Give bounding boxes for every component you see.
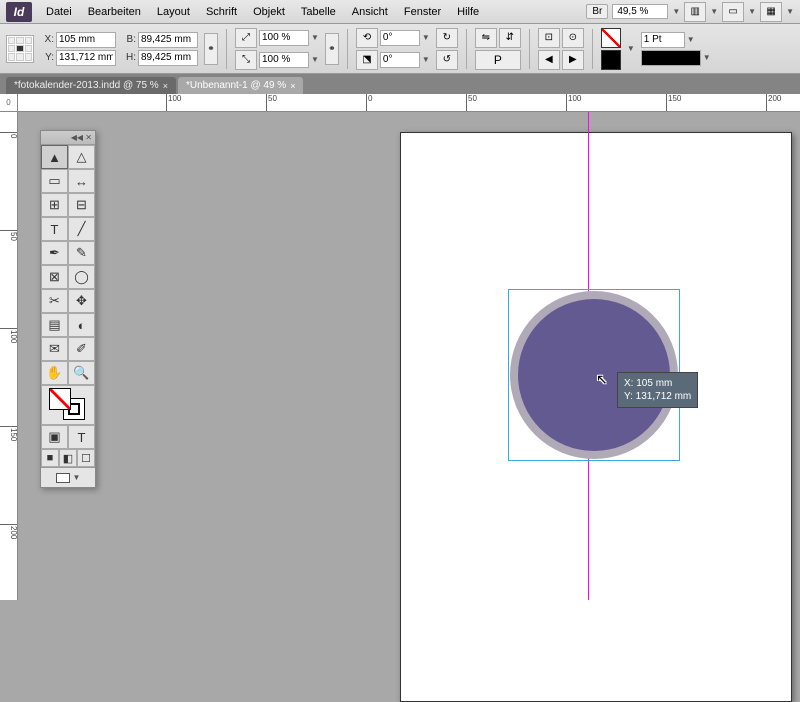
select-next-icon[interactable]: ▶ (562, 50, 584, 70)
arrange-icon[interactable]: ▦ (760, 2, 782, 22)
tools-panel: ◀◀ ✕ ▲ △ ▭ ↔ ⊞ ⊟ T ╱ ✒ ✎ ⊠ ◯ ✂ ✥ ▤ ◐ ✉ ✐… (40, 130, 96, 488)
note-tool[interactable]: ✉ (41, 337, 68, 361)
view-options-icon[interactable]: ▥ (684, 2, 706, 22)
stroke-style-select[interactable] (641, 50, 701, 66)
eyedropper-tool[interactable]: ✐ (68, 337, 95, 361)
shear-icon: ⬔ (356, 50, 378, 70)
width-input[interactable] (138, 32, 198, 48)
bridge-button[interactable]: Br (586, 4, 608, 19)
constrain-proportions-icon[interactable]: ⚭ (204, 33, 218, 65)
fill-color-icon[interactable] (49, 388, 71, 410)
rotate-icon: ⟲ (356, 28, 378, 48)
pen-tool[interactable]: ✒ (41, 241, 68, 265)
gap-tool[interactable]: ↔ (68, 169, 95, 193)
menu-objekt[interactable]: Objekt (245, 6, 293, 18)
menu-schrift[interactable]: Schrift (198, 6, 245, 18)
direct-selection-tool[interactable]: △ (68, 145, 95, 169)
content-placer-tool[interactable]: ⊟ (68, 193, 95, 217)
stroke-swatch[interactable] (601, 50, 621, 70)
ruler-vertical[interactable]: 050100150200 (0, 112, 18, 600)
selection-tool[interactable]: ▲ (41, 145, 68, 169)
y-label: Y: (40, 52, 54, 63)
menu-datei[interactable]: Datei (38, 6, 80, 18)
select-content-icon[interactable]: ⊙ (562, 28, 584, 48)
fill-stroke-selector[interactable] (41, 385, 95, 425)
apply-none[interactable]: ☐ (77, 449, 95, 467)
select-container-icon[interactable]: ⊡ (538, 28, 560, 48)
line-tool[interactable]: ╱ (68, 217, 95, 241)
content-collector-tool[interactable]: ⊞ (41, 193, 68, 217)
canvas[interactable]: ↖ X: 105 mm Y: 131,712 mm (18, 112, 800, 600)
tab-fotokalender[interactable]: *fotokalender-2013.indd @ 75 %× (6, 77, 176, 94)
apply-gradient[interactable]: ◧ (59, 449, 77, 467)
screen-icon (56, 473, 70, 483)
preview-mode[interactable]: T (68, 425, 95, 449)
scale-y-input[interactable] (259, 52, 309, 68)
menu-ansicht[interactable]: Ansicht (344, 6, 396, 18)
position-tooltip: X: 105 mm Y: 131,712 mm (617, 372, 698, 408)
w-label: B: (122, 34, 136, 45)
scale-x-input[interactable] (259, 30, 309, 46)
gradient-swatch-tool[interactable]: ▤ (41, 313, 68, 337)
h-label: H: (122, 52, 136, 63)
flip-h-icon[interactable]: ⇋ (475, 28, 497, 48)
p-indicator: P (475, 50, 521, 70)
shear-input[interactable] (380, 52, 420, 68)
scale-x-icon: ⤢ (235, 28, 257, 48)
ellipse-tool[interactable]: ◯ (68, 265, 95, 289)
rotate-cw-icon[interactable]: ↻ (436, 28, 458, 48)
free-transform-tool[interactable]: ✥ (68, 289, 95, 313)
x-label: X: (40, 34, 54, 45)
x-input[interactable] (56, 32, 116, 48)
control-bar: X: Y: B: H: ⚭ ⤢▼ ⤡▼ ⚭ ⟲▼ ⬔▼ ↻ ↺ ⇋ ⇵ P ⊡ … (0, 24, 800, 74)
menu-bearbeiten[interactable]: Bearbeiten (80, 6, 149, 18)
menu-hilfe[interactable]: Hilfe (449, 6, 487, 18)
zoom-dropdown-icon[interactable]: ▼ (672, 7, 680, 16)
zoom-tool[interactable]: 🔍 (68, 361, 95, 385)
screen-mode-icon[interactable]: ▭ (722, 2, 744, 22)
apply-color[interactable]: ■ (41, 449, 59, 467)
select-prev-icon[interactable]: ◀ (538, 50, 560, 70)
gradient-feather-tool[interactable]: ◐ (68, 313, 95, 337)
zoom-level-input[interactable]: 49,5 % (612, 4, 668, 19)
menubar: Id Datei Bearbeiten Layout Schrift Objek… (0, 0, 800, 24)
menu-tabelle[interactable]: Tabelle (293, 6, 344, 18)
ruler-horizontal[interactable]: 10050050100150200 (18, 94, 800, 112)
reference-point-selector[interactable] (6, 35, 34, 63)
panel-header[interactable]: ◀◀ ✕ (41, 131, 95, 145)
page-tool[interactable]: ▭ (41, 169, 68, 193)
rotate-ccw-icon[interactable]: ↺ (436, 50, 458, 70)
normal-mode[interactable]: ▣ (41, 425, 68, 449)
rotation-input[interactable] (380, 30, 420, 46)
workspace: 0 10050050100150200 050100150200 ↖ X: 10… (0, 94, 800, 600)
flip-v-icon[interactable]: ⇵ (499, 28, 521, 48)
chevron-down-icon[interactable]: ▼ (748, 7, 756, 16)
ruler-origin[interactable]: 0 (0, 94, 18, 112)
menu-layout[interactable]: Layout (149, 6, 198, 18)
menu-fenster[interactable]: Fenster (396, 6, 449, 18)
scissors-tool[interactable]: ✂ (41, 289, 68, 313)
tab-unbenannt[interactable]: *Unbenannt-1 @ 49 %× (178, 77, 303, 94)
document-tabs: *fotokalender-2013.indd @ 75 %× *Unbenan… (0, 74, 800, 94)
cursor-icon: ↖ (596, 371, 608, 388)
close-icon[interactable]: × (163, 81, 168, 91)
chevron-down-icon[interactable]: ▼ (786, 7, 794, 16)
screen-mode-toggle[interactable]: ▼ (41, 467, 95, 487)
rectangle-frame-tool[interactable]: ⊠ (41, 265, 68, 289)
type-tool[interactable]: T (41, 217, 68, 241)
stroke-weight-input[interactable] (641, 32, 685, 48)
link-scale-icon[interactable]: ⚭ (325, 33, 339, 65)
chevron-down-icon[interactable]: ▼ (710, 7, 718, 16)
y-input[interactable] (56, 50, 116, 66)
app-logo: Id (6, 2, 32, 22)
pencil-tool[interactable]: ✎ (68, 241, 95, 265)
fill-swatch[interactable] (601, 28, 621, 48)
height-input[interactable] (138, 50, 198, 66)
scale-y-icon: ⤡ (235, 50, 257, 70)
hand-tool[interactable]: ✋ (41, 361, 68, 385)
close-icon[interactable]: × (290, 81, 295, 91)
